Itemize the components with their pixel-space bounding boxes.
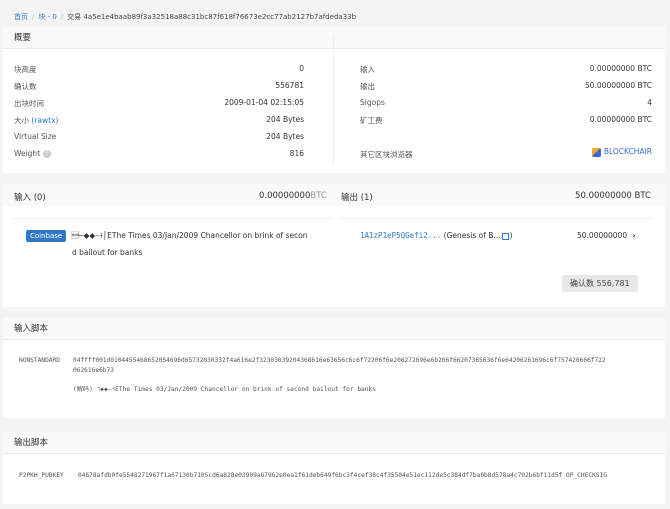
breadcrumb-block[interactable]: 块 - 0	[38, 13, 56, 21]
blockchair-label: BLOCKCHAIR	[603, 147, 652, 156]
value-block-time: 2009-01-04 02:15:05	[224, 98, 304, 107]
outputs-amount: 50.00000000 BTC	[575, 191, 651, 201]
outputs-title: 输出 (1)	[341, 193, 373, 203]
output-label: (Genesis of B...	[443, 231, 501, 240]
chevron-right-icon[interactable]: ›	[633, 231, 636, 240]
summary-divider	[333, 36, 334, 164]
label-weight: Weight ?	[14, 149, 51, 158]
output-row: 1A1zP1eP5QGefi2... (Genesis of B...)	[360, 231, 513, 240]
inputs-title: 输入 (0)	[14, 193, 46, 203]
label-input-total: 输入	[360, 65, 375, 74]
label-size-text: 大小	[14, 116, 29, 125]
output-amount-row: 50.00000000 ›	[577, 231, 636, 240]
breadcrumb-home[interactable]: 首页	[14, 13, 28, 21]
value-weight: 816	[289, 149, 304, 158]
value-height[interactable]: 0	[299, 64, 304, 73]
input-script-title: 输入脚本	[3, 318, 665, 340]
summary-title: 概要	[3, 27, 665, 49]
external-link-icon[interactable]	[501, 232, 509, 240]
output-address-link[interactable]: 1A1zP1eP5QGefi2...	[360, 231, 441, 240]
value-input-total: 0.00000000 BTC	[589, 64, 652, 73]
io-header: 输入 (0) 0.00000000BTC 输出 (1) 50.00000000 …	[3, 184, 665, 206]
inputs-amount-unit: BTC	[310, 191, 327, 201]
confirmations-badge: 确认数 556,781	[562, 275, 638, 292]
output-script-card: 输出脚本	[3, 432, 665, 504]
label-other-explorers: 其它区块浏览器	[360, 150, 413, 159]
label-size: 大小 (rawtx)	[14, 115, 58, 126]
label-output-total: 输出	[360, 82, 375, 91]
label-confirmations: 确认数	[14, 82, 37, 91]
blockchair-link[interactable]: BLOCKCHAIR	[591, 147, 652, 157]
output-amount: 50.00000000	[577, 231, 628, 240]
label-fee: 矿工费	[360, 116, 383, 125]
coinbase-row: Coinbase ─◆◆–˧│EThe Times 03/Jan/2009 C…	[26, 230, 308, 242]
inputs-amount-value: 0.00000000	[259, 191, 311, 201]
label-sigops: Sigops	[360, 98, 385, 107]
label-weight-text: Weight	[14, 149, 41, 158]
help-icon[interactable]: ?	[42, 150, 51, 158]
coinbase-badge: Coinbase	[26, 230, 67, 242]
io-divider-left	[14, 218, 334, 219]
blockchair-logo-icon	[591, 147, 601, 157]
output-script-hex: 04678afdb0fe5548271967f1a67130b7105cd6a8…	[78, 472, 607, 479]
value-confirmations: 556781	[275, 81, 304, 90]
output-script-title: 输出脚本	[3, 432, 665, 454]
coinbase-text: ─◆◆–˧│EThe Times 03/Jan/2009 Chancellor…	[71, 231, 308, 240]
io-divider-right	[338, 218, 654, 219]
rawtx-link[interactable]: (rawtx)	[31, 116, 58, 125]
label-vsize: Virtual Size	[14, 132, 57, 141]
value-sigops: 4	[647, 98, 652, 107]
summary-card: 概要	[3, 27, 665, 173]
input-script-hex-2: 062616e6b73	[73, 367, 114, 374]
label-height: 块高度	[14, 65, 37, 74]
breadcrumb-current: 交易 4a5e1e4baab89f3a32518a88c31bc87f618f7…	[67, 13, 357, 21]
value-output-total: 50.00000000 BTC	[584, 81, 652, 90]
breadcrumb: 首页 / 块 - 0/交易 4a5e1e4baab89f3a32518a88c31b…	[14, 13, 357, 21]
input-script-decoded: (解码) ˥◆◆–˧EThe Times 03/Jan/2009 Chancel…	[73, 386, 376, 393]
value-size: 204 Bytes	[266, 115, 304, 124]
value-fee: 0.00000000 BTC	[589, 115, 652, 124]
inputs-amount: 0.00000000BTC	[259, 191, 327, 201]
output-label-end: )	[509, 231, 513, 240]
value-vsize: 204 Bytes	[266, 132, 304, 141]
coinbase-text-cont: d bailout for banks	[72, 248, 143, 257]
input-script-type: NONSTANDARD	[19, 357, 60, 364]
label-block-time: 出块时间	[14, 99, 44, 108]
input-script-hex-1: 04ffff001d0104455468652054696d6573203033…	[73, 357, 606, 364]
output-script-type: P2PKH_PUBKEY	[19, 472, 64, 479]
